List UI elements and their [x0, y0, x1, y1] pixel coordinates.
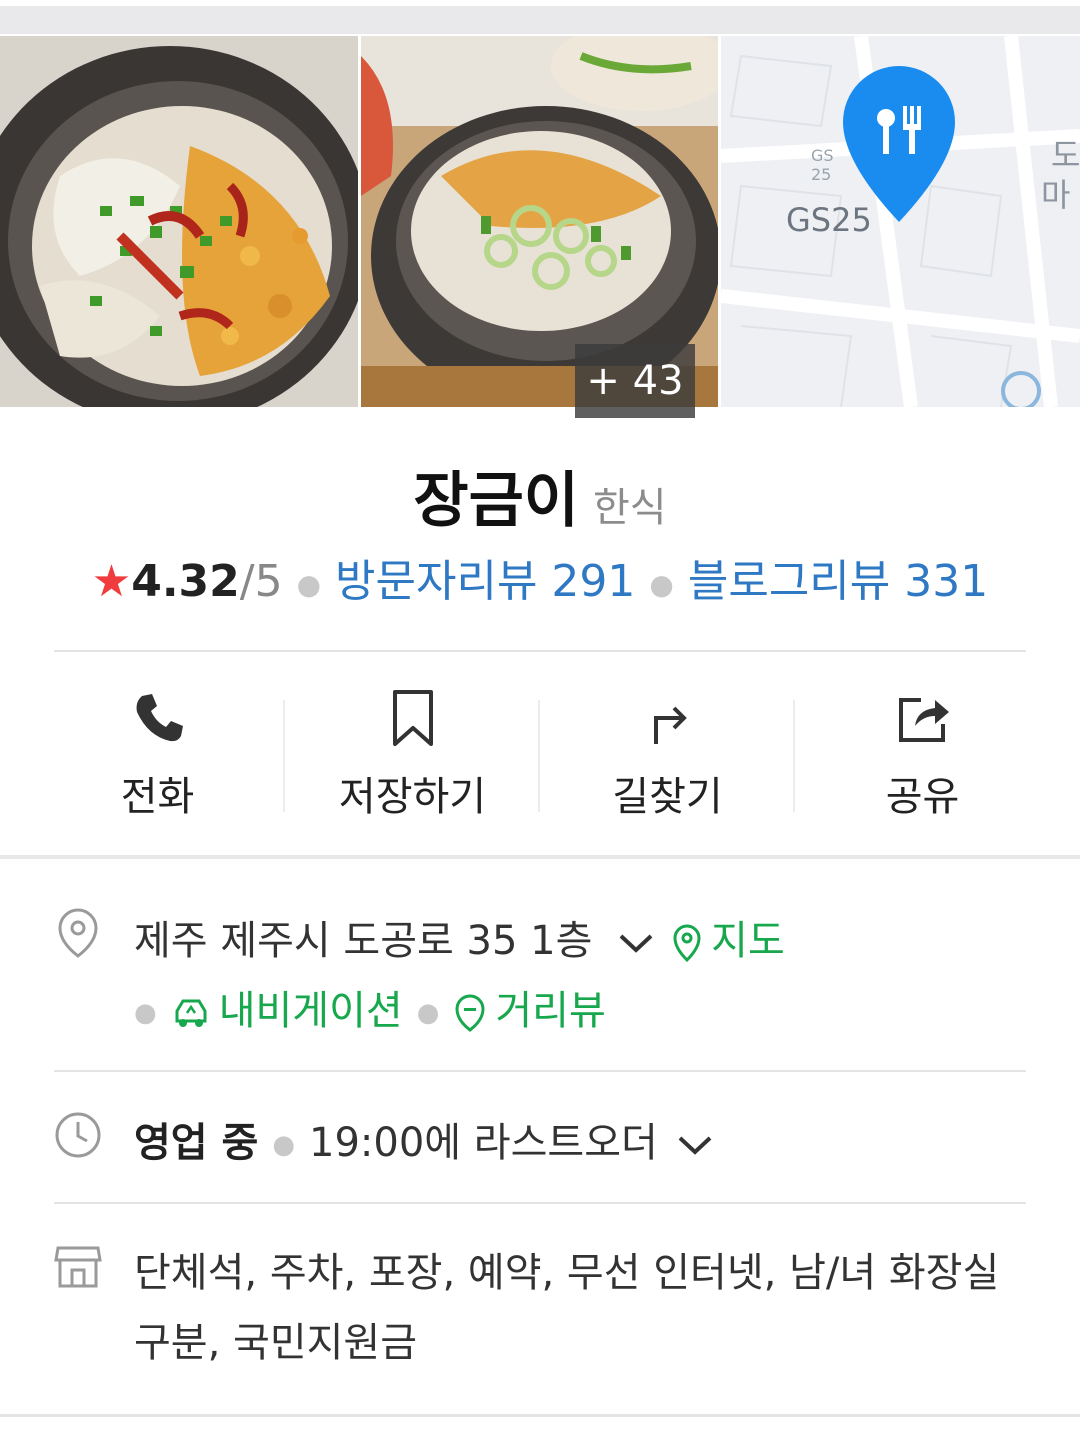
map-gs-logo-num: 25	[811, 165, 831, 184]
chevron-down-icon[interactable]	[676, 1133, 714, 1157]
map-gs-logo-text: GS	[811, 146, 834, 165]
separator-dot: ●	[134, 998, 157, 1028]
address-links: ● 내비게이션 ● 거리뷰	[134, 978, 606, 1036]
save-button[interactable]: 저장하기	[285, 660, 540, 840]
directions-icon	[653, 692, 687, 744]
amenities-text: 단체석, 주차, 포장, 예약, 무선 인터넷, 남/녀 화장실 구분, 국민지…	[134, 1250, 1000, 1366]
rating-row: ★4.32/5 ● 방문자리뷰 291 ● 블로그리뷰 331	[0, 545, 1080, 609]
separator-dot: ●	[416, 998, 440, 1028]
address-row: 제주 제주시 도공로 35 1층 지도 ● 내비게이션 ● 거리뷰	[54, 900, 1034, 1040]
bookmark-icon	[392, 690, 433, 746]
food-photo-1	[0, 36, 358, 407]
divider	[54, 1202, 1026, 1204]
location-pin-icon	[58, 908, 98, 958]
map-image: GS 25 GS25 도 마	[721, 36, 1080, 407]
streetview-label: 거리뷰	[495, 988, 606, 1034]
share-label: 공유	[885, 774, 960, 820]
navigation-label: 내비게이션	[218, 988, 403, 1034]
bottom-divider	[0, 1414, 1080, 1417]
map-thumbnail[interactable]: GS 25 GS25 도 마	[721, 36, 1080, 407]
map-label-edge2: 마	[1041, 176, 1070, 214]
rating-out-of: /5	[239, 556, 283, 607]
more-photos-badge[interactable]: + 43	[575, 344, 695, 418]
navigation-link[interactable]: 내비게이션	[171, 988, 403, 1034]
map-label-store: GS25	[786, 201, 872, 239]
blog-reviews-link[interactable]: 블로그리뷰 331	[688, 556, 988, 607]
place-title-row: 장금이 한식	[0, 452, 1080, 539]
rating-score: 4.32	[131, 556, 240, 607]
divider	[54, 1070, 1026, 1072]
share-button[interactable]: 공유	[795, 660, 1050, 840]
photo-gallery: GS 25 GS25 도 마 + 43	[0, 36, 1080, 418]
star-icon: ★	[91, 556, 132, 607]
separator-dot: ●	[296, 567, 322, 601]
map-label-edge1: 도	[1051, 136, 1080, 174]
streetview-icon	[455, 994, 485, 1032]
section-divider	[0, 855, 1080, 859]
call-button[interactable]: 전화	[30, 660, 285, 840]
top-strip	[0, 6, 1080, 34]
hours-text: 영업 중 ● 19:00에 라스트오더	[134, 1110, 714, 1168]
store-icon	[54, 1246, 102, 1288]
action-bar: 전화 저장하기 길찾기 공유	[30, 660, 1050, 840]
streetview-link[interactable]: 거리뷰	[453, 988, 606, 1034]
map-pin-green-icon	[673, 924, 701, 963]
separator-dot: ●	[649, 567, 674, 601]
last-order-text: 19:00에 라스트오더	[309, 1120, 658, 1166]
open-status: 영업 중	[134, 1120, 259, 1166]
visitor-reviews-link[interactable]: 방문자리뷰 291	[335, 556, 635, 607]
place-category: 한식	[593, 485, 667, 531]
address-line: 제주 제주시 도공로 35 1층 지도	[134, 908, 785, 966]
separator-dot: ●	[272, 1130, 296, 1160]
call-label: 전화	[120, 774, 195, 820]
save-label: 저장하기	[338, 774, 487, 820]
photo-1[interactable]	[0, 36, 358, 407]
hours-row[interactable]: 영업 중 ● 19:00에 라스트오더	[54, 1108, 1034, 1168]
phone-icon	[136, 694, 183, 742]
divider	[54, 650, 1026, 652]
share-icon	[898, 698, 949, 742]
directions-button[interactable]: 길찾기	[540, 660, 795, 840]
map-link[interactable]: 지도	[671, 918, 785, 964]
map-link-label: 지도	[711, 918, 785, 964]
car-icon	[175, 999, 207, 1027]
directions-label: 길찾기	[612, 774, 723, 820]
top-bar	[0, 0, 1080, 36]
address-text: 제주 제주시 도공로 35 1층	[134, 918, 593, 964]
clock-icon	[55, 1112, 101, 1158]
chevron-down-icon[interactable]	[617, 931, 655, 955]
place-name: 장금이	[413, 466, 579, 536]
more-photos-count: + 43	[586, 358, 684, 404]
